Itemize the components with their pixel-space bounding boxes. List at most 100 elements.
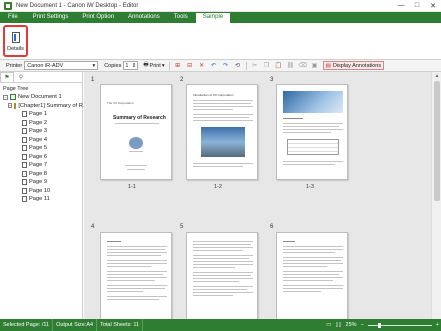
thumb-heading-text: Introduction of XX Corporation: [193, 93, 234, 97]
tab-sample[interactable]: Sample: [194, 12, 232, 23]
copies-label: Copies: [104, 62, 122, 69]
details-panel-icon: [11, 32, 20, 43]
page-thumbnail-4[interactable]: [100, 232, 172, 319]
page-thumbnail-3[interactable]: [276, 84, 348, 180]
tree-page[interactable]: Page 1: [0, 110, 82, 119]
close-button[interactable]: ✕: [425, 0, 441, 11]
copy-icon[interactable]: ❐: [263, 62, 271, 70]
tab-bookmarks[interactable]: ⚲: [14, 72, 28, 82]
title-bar: New Document 1 - Canon iW Desktop - Edit…: [0, 0, 441, 12]
chevron-down-icon: ▾: [161, 62, 165, 69]
page-label: Page 1: [29, 111, 48, 118]
ribbon-tabs: File Print Settings Print Option Annotat…: [0, 12, 441, 23]
details-button[interactable]: Details: [3, 25, 28, 57]
tree-page[interactable]: Page 11: [0, 195, 82, 204]
page-thumbnail-1[interactable]: The XX Corporation Summary of Research: [100, 84, 172, 180]
minimize-button[interactable]: —: [393, 0, 409, 11]
tree-page[interactable]: Page 2: [0, 119, 82, 128]
thumb-logo-image: [129, 137, 143, 149]
print-button[interactable]: 🖶 Print ▾: [143, 61, 164, 70]
zoom-level: 25%: [345, 322, 357, 328]
tab-print-option[interactable]: Print Option: [75, 12, 121, 23]
thumb-title-text: Summary of Research: [113, 115, 166, 121]
tab-tools[interactable]: Tools: [167, 12, 195, 23]
printer-select[interactable]: Canon iR-ADV ▾: [24, 61, 99, 70]
link-icon[interactable]: ⛓: [287, 62, 295, 70]
tree-document[interactable]: − New Document 1: [0, 93, 82, 102]
paste-icon[interactable]: 📋: [275, 62, 283, 70]
zoom-in-button[interactable]: +: [436, 322, 439, 328]
cut-icon[interactable]: ✂: [251, 62, 259, 70]
bookmark-icon: ⚲: [18, 74, 24, 81]
tab-page-tree[interactable]: ⚑: [0, 72, 14, 82]
printer-label: Printer: [6, 62, 23, 69]
page-label: Page 4: [29, 136, 48, 143]
total-sheets-status: Total Sheets: 11: [97, 319, 144, 331]
delete-icon[interactable]: ✕: [198, 62, 206, 70]
zoom-controls: ▭ ▯▯ 25% − +: [326, 319, 439, 331]
view-mode-icon[interactable]: ▭: [326, 322, 331, 328]
maximize-button[interactable]: □: [409, 0, 425, 11]
page-label: Page 10: [29, 187, 51, 194]
image-icon[interactable]: ▣: [311, 62, 319, 70]
tree-page[interactable]: Page 5: [0, 144, 82, 153]
page-label: Page 8: [29, 170, 48, 177]
scroll-thumb[interactable]: [434, 81, 440, 201]
thumb-caption: 1-2: [214, 184, 222, 190]
page-icon: [22, 119, 27, 126]
page-tree-label: Page Tree: [3, 86, 29, 92]
divider: [168, 61, 170, 70]
tree-page[interactable]: Page 10: [0, 187, 82, 196]
ribbon-body: Details: [0, 23, 441, 60]
import-icon[interactable]: ⊟: [186, 62, 194, 70]
page-label: Page 6: [29, 153, 48, 160]
tree-page[interactable]: Page 4: [0, 136, 82, 145]
tab-print-settings[interactable]: Print Settings: [26, 12, 76, 23]
scroll-up-icon[interactable]: ▲: [432, 72, 441, 80]
page-label: Page 2: [29, 119, 48, 126]
page-thumbnail-5[interactable]: [186, 232, 258, 319]
insert-icon[interactable]: ⊞: [174, 62, 182, 70]
page-icon: [22, 170, 27, 177]
details-label: Details: [7, 46, 24, 52]
tree-page[interactable]: Page 8: [0, 170, 82, 179]
copies-stepper[interactable]: 1 ⇕: [123, 61, 139, 70]
eraser-icon[interactable]: ⌫: [298, 62, 306, 70]
tree-page[interactable]: Page 6: [0, 153, 82, 162]
tree-page[interactable]: Page 9: [0, 178, 82, 187]
page-label: Page 3: [29, 128, 48, 135]
display-annotations-label: Display Annotations: [332, 62, 382, 69]
window-controls: — □ ✕: [393, 0, 441, 11]
page-label: Page 7: [29, 162, 48, 169]
tab-annotations[interactable]: Annotations: [121, 12, 167, 23]
tab-file[interactable]: File: [0, 12, 26, 23]
page-thumbnail-6[interactable]: [276, 232, 348, 319]
chevron-down-icon: ▾: [92, 62, 96, 69]
collapse-icon[interactable]: −: [3, 94, 8, 100]
page-number: 3: [270, 77, 274, 83]
display-annotations-button[interactable]: ▤ Display Annotations: [322, 61, 385, 70]
page-number: 6: [270, 224, 274, 230]
printer-icon: 🖶: [143, 62, 149, 68]
annotation-icon: ▤: [325, 62, 331, 69]
vertical-scrollbar[interactable]: ▲: [431, 72, 441, 319]
tree-page[interactable]: Page 7: [0, 161, 82, 170]
zoom-slider[interactable]: [367, 322, 432, 328]
undo-icon[interactable]: ↶: [210, 62, 218, 70]
zoom-slider-handle[interactable]: [377, 322, 381, 328]
page-thumbnail-2[interactable]: Introduction of XX Corporation: [186, 84, 258, 180]
panel-tabs: ⚑ ⚲: [0, 72, 82, 83]
tree-page[interactable]: Page 3: [0, 127, 82, 136]
document-label: New Document 1: [18, 94, 62, 101]
tree-chapter[interactable]: − [Chapter1] Summary of R: [0, 102, 83, 111]
two-page-view-icon[interactable]: ▯▯: [335, 322, 341, 328]
page-icon: [22, 145, 27, 152]
redo-icon[interactable]: ↷: [222, 62, 230, 70]
stepper-arrows-icon[interactable]: ⇕: [132, 63, 137, 69]
collapse-icon[interactable]: −: [8, 103, 13, 109]
zoom-out-button[interactable]: −: [361, 322, 364, 328]
thumbnail-area: 1 The XX Corporation Summary of Research…: [84, 72, 431, 319]
printer-value: Canon iR-ADV: [27, 62, 64, 69]
page-tree-icon: ⚑: [4, 75, 10, 81]
rotate-icon[interactable]: ⟲: [234, 62, 242, 70]
